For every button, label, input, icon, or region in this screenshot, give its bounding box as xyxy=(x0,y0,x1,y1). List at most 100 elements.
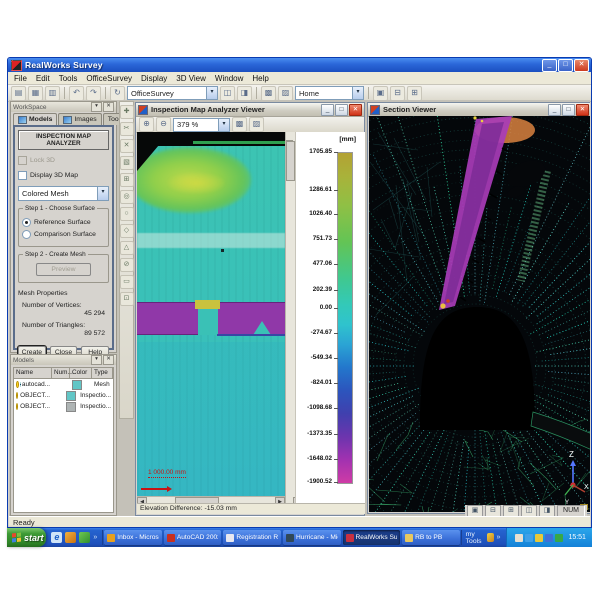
radio-icon[interactable] xyxy=(22,230,31,239)
cut-icon[interactable]: ✂ xyxy=(120,122,134,136)
map-flip-icon[interactable]: ▨ xyxy=(249,117,264,132)
tray-icon[interactable] xyxy=(525,534,533,542)
target-icon[interactable]: ◎ xyxy=(120,190,134,204)
close-icon[interactable]: ✕ xyxy=(103,102,114,112)
taskbar-task-registration[interactable]: Registration Rep... xyxy=(223,530,281,545)
start-button[interactable]: start xyxy=(7,528,46,547)
zoom-in-icon[interactable]: ⊕ xyxy=(139,117,154,132)
sample-tool-icon[interactable]: ⊡ xyxy=(120,292,134,306)
map-mode-icon[interactable]: ▩ xyxy=(232,117,247,132)
tray-icon[interactable] xyxy=(545,534,553,542)
segment-icon[interactable]: ▧ xyxy=(120,156,134,170)
map-mode-icon[interactable]: ▩ xyxy=(261,86,276,101)
menu-edit[interactable]: Edit xyxy=(36,74,50,83)
close-icon[interactable]: ✕ xyxy=(349,104,362,116)
chevron-down-icon[interactable]: ▾ xyxy=(352,87,363,99)
menu-3dview[interactable]: 3D View xyxy=(176,74,206,83)
column-type[interactable]: Type xyxy=(92,368,113,378)
table-row[interactable]: OBJECT... Inspectio... xyxy=(14,390,113,401)
circle-tool-icon[interactable]: ○ xyxy=(120,207,134,221)
minimize-icon[interactable]: _ xyxy=(548,104,561,116)
redo-icon[interactable]: ↷ xyxy=(86,86,101,101)
triangle-tool-icon[interactable]: △ xyxy=(120,241,134,255)
plane-tool-icon[interactable]: ▭ xyxy=(120,275,134,289)
slash-tool-icon[interactable]: ⊘ xyxy=(120,258,134,272)
select-icon[interactable]: ✚ xyxy=(120,105,134,119)
mesh-type-select[interactable]: Colored Mesh ▾ xyxy=(18,186,109,201)
visibility-bulb-icon[interactable] xyxy=(16,381,19,388)
map-viewer-titlebar[interactable]: Inspection Map Analyzer Viewer _ □ ✕ xyxy=(136,103,364,117)
save-icon[interactable]: ▦ xyxy=(28,86,43,101)
taskbar-task-realworks[interactable]: RealWorks Survey xyxy=(343,530,401,545)
chevron-down-icon[interactable]: ▾ xyxy=(218,119,229,131)
overflow-chevron-icon[interactable]: » xyxy=(497,534,501,541)
menu-help[interactable]: Help xyxy=(252,74,268,83)
chevron-down-icon[interactable]: ▾ xyxy=(91,355,102,365)
close-icon[interactable]: ✕ xyxy=(574,59,589,72)
menu-display[interactable]: Display xyxy=(141,74,167,83)
menu-tools[interactable]: Tools xyxy=(59,74,78,83)
tab-models[interactable]: Models xyxy=(13,113,57,125)
zoom-level-combo[interactable]: 379 % ▾ xyxy=(173,118,230,132)
column-color[interactable]: Color xyxy=(70,368,92,378)
column-name[interactable]: Name xyxy=(14,368,52,378)
table-row[interactable]: OBJECT... Inspectio... xyxy=(14,401,113,412)
fit-grid-icon[interactable]: ⊞ xyxy=(120,173,134,187)
open-icon[interactable]: ▤ xyxy=(11,86,26,101)
zoom-out-icon[interactable]: ⊖ xyxy=(156,117,171,132)
visibility-bulb-icon[interactable] xyxy=(16,403,18,410)
cascade-icon[interactable]: ▣ xyxy=(373,86,388,101)
column-num[interactable]: Num... xyxy=(52,368,70,378)
chevron-down-icon[interactable]: ▾ xyxy=(97,187,108,200)
taskbar-task-hurricane[interactable]: Hurricane - Micro... xyxy=(283,530,341,545)
table-row[interactable]: autocad... Mesh xyxy=(14,379,113,390)
checkbox-icon[interactable] xyxy=(18,171,27,180)
taskbar-task-autocad[interactable]: AutoCAD 2002 xyxy=(164,530,222,545)
print-icon[interactable]: ▥ xyxy=(45,86,60,101)
diamond-tool-icon[interactable]: ◇ xyxy=(120,224,134,238)
eye-icon[interactable] xyxy=(20,382,21,387)
tray-icon[interactable] xyxy=(515,534,523,542)
comparison-surface-radio[interactable]: Comparison Surface xyxy=(22,230,105,239)
undo-icon[interactable]: ↶ xyxy=(69,86,84,101)
view-a-icon[interactable]: ◫ xyxy=(220,86,235,101)
close-icon[interactable]: ✕ xyxy=(576,104,589,116)
close-icon[interactable]: ✕ xyxy=(103,355,114,365)
section-viewer-titlebar[interactable]: Section Viewer _ □ ✕ xyxy=(368,103,590,117)
menu-window[interactable]: Window xyxy=(215,74,243,83)
vertical-scrollbar[interactable]: ▲ ▼ xyxy=(285,132,295,506)
reference-surface-radio[interactable]: Reference Surface xyxy=(22,218,105,227)
tray-icon[interactable] xyxy=(555,534,563,542)
visibility-bulb-icon[interactable] xyxy=(16,392,18,399)
tile-v-icon[interactable]: ⊞ xyxy=(407,86,422,101)
chevron-down-icon[interactable]: ▾ xyxy=(91,102,102,112)
home-combo[interactable]: Home ▾ xyxy=(295,86,364,100)
minimize-icon[interactable]: _ xyxy=(542,59,557,72)
menu-file[interactable]: File xyxy=(14,74,27,83)
maximize-icon[interactable]: □ xyxy=(558,59,573,72)
view-b-icon[interactable]: ◨ xyxy=(237,86,252,101)
tab-images[interactable]: Images xyxy=(58,113,101,125)
map-flip-icon[interactable]: ▨ xyxy=(278,86,293,101)
inspection-heatmap-canvas[interactable]: 1 000.00 mm xyxy=(137,132,285,496)
refresh-icon[interactable]: ↻ xyxy=(110,86,125,101)
quick-launch-icon[interactable] xyxy=(79,532,90,543)
minimize-icon[interactable]: _ xyxy=(321,104,334,116)
menu-officesurvey[interactable]: OfficeSurvey xyxy=(86,74,132,83)
chevron-down-icon[interactable]: ▾ xyxy=(206,87,217,99)
my-tools-toolbar[interactable]: my Tools » xyxy=(461,530,505,545)
taskbar-task-rbtopb[interactable]: RB to PB xyxy=(402,530,460,545)
display-3d-map-checkbox[interactable]: Display 3D Map xyxy=(18,171,109,180)
maximize-icon[interactable]: □ xyxy=(335,104,348,116)
title-bar[interactable]: RealWorks Survey _ □ ✕ xyxy=(8,58,591,72)
maximize-icon[interactable]: □ xyxy=(562,104,575,116)
tray-icon[interactable] xyxy=(535,534,543,542)
overflow-chevron-icon[interactable]: » xyxy=(93,534,97,541)
officesurvey-combo[interactable]: OfficeSurvey ▾ xyxy=(127,86,218,100)
radio-icon[interactable] xyxy=(22,218,31,227)
ie-icon[interactable]: e xyxy=(51,532,62,543)
section-3d-canvas[interactable]: Z X Y xyxy=(369,116,590,512)
quick-launch-icon[interactable] xyxy=(65,532,76,543)
taskbar-task-inbox[interactable]: Inbox - Microsof... xyxy=(104,530,162,545)
scrollbar-thumb[interactable] xyxy=(286,141,295,181)
